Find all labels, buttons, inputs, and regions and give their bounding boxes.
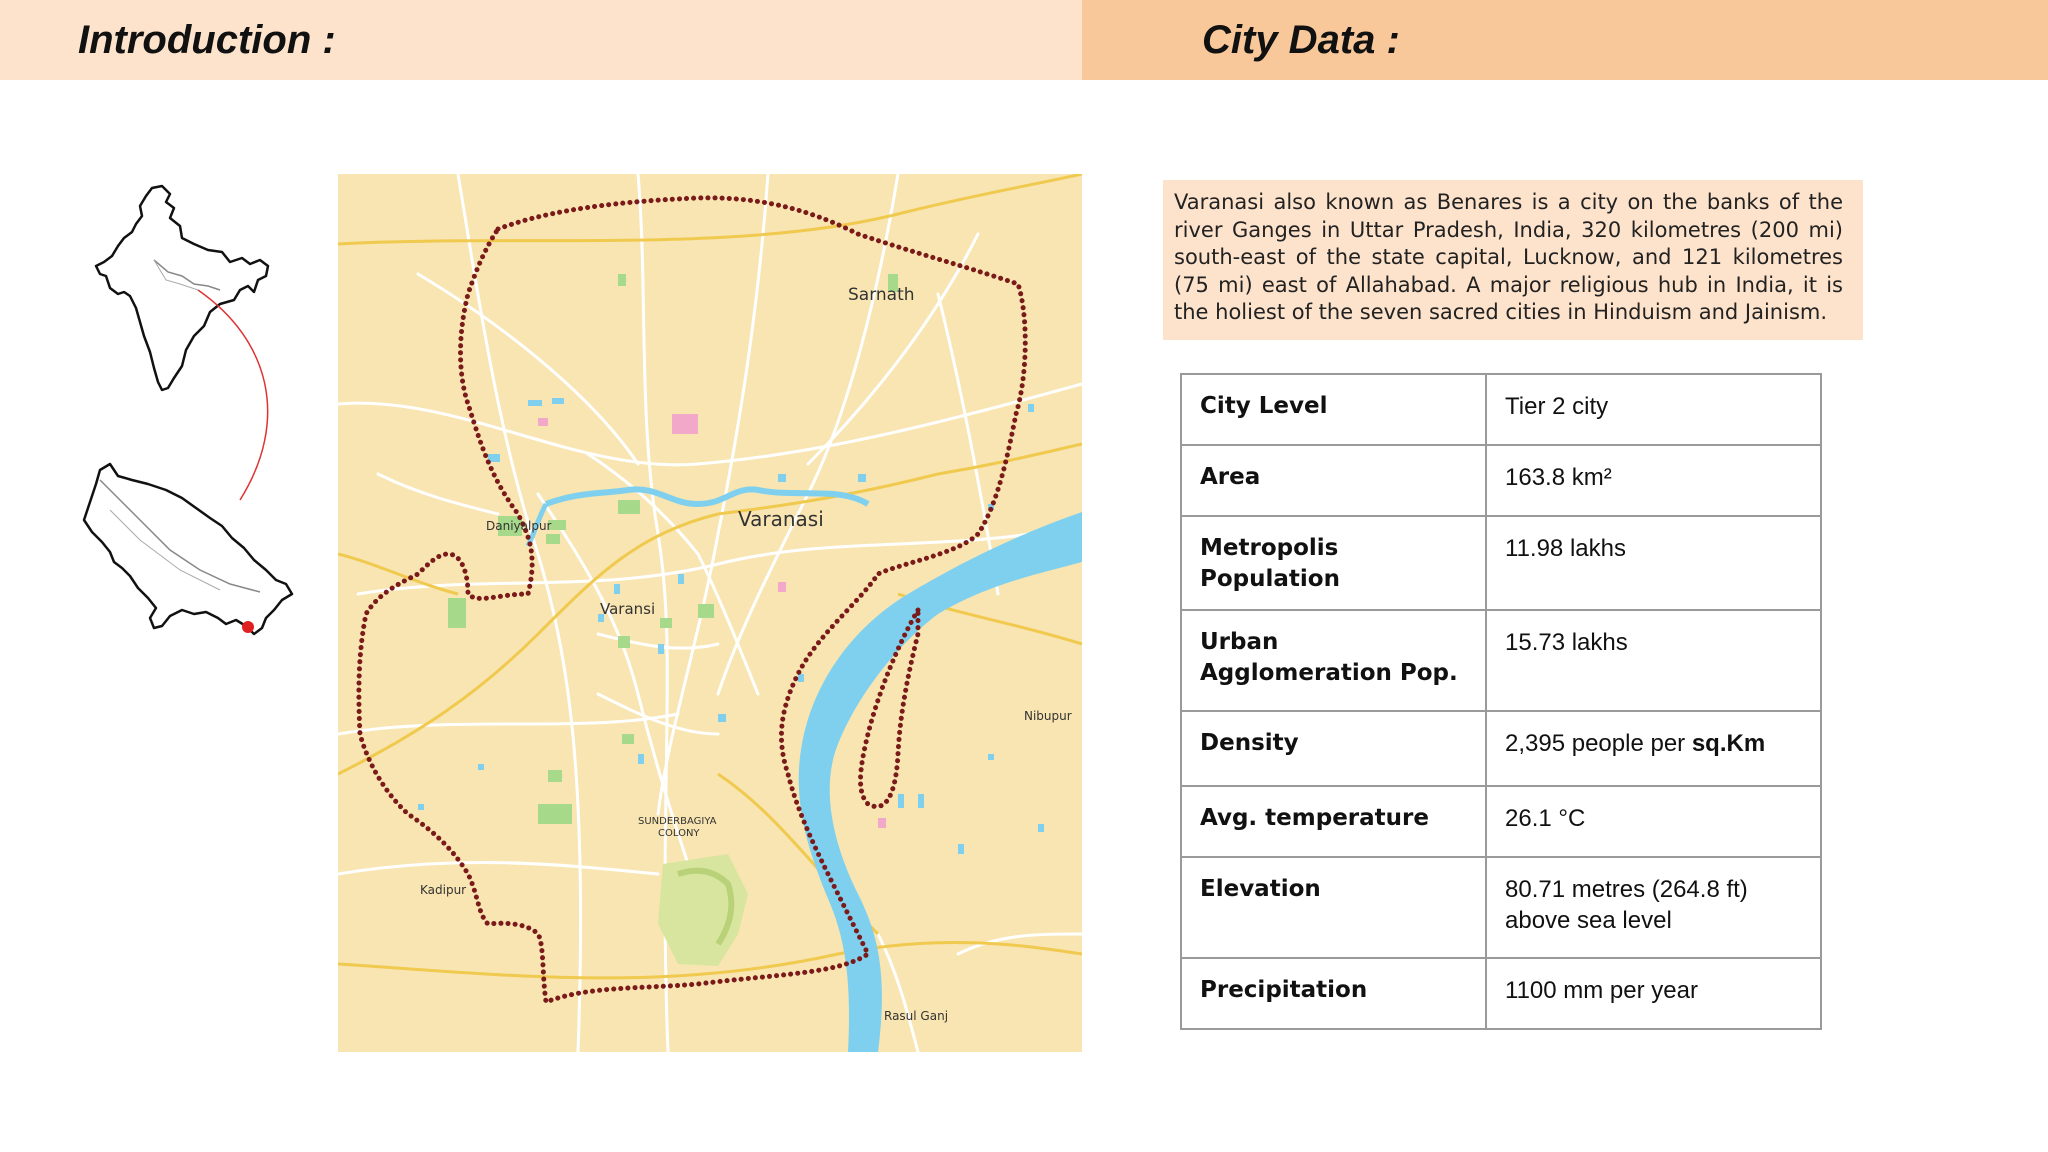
label-sarnath: Sarnath: [848, 285, 915, 305]
row-value: 1100 mm per year: [1485, 957, 1822, 1030]
intro-paragraph: Varanasi also known as Benares is a city…: [1163, 180, 1863, 340]
table-row: Urban Agglomeration Pop. 15.73 lakhs: [1180, 609, 1822, 712]
table-row: City Level Tier 2 city: [1180, 373, 1822, 446]
table-row: Avg. temperature 26.1 °C: [1180, 785, 1822, 858]
table-row: Precipitation 1100 mm per year: [1180, 957, 1822, 1030]
introduction-title: Introduction :: [78, 17, 336, 62]
table-row: Density 2,395 people per sq.Km: [1180, 710, 1822, 787]
label-colony: COLONY: [658, 828, 700, 839]
row-label: Precipitation: [1180, 957, 1487, 1030]
locator-maps: [82, 184, 294, 636]
row-label: Metropolis Population: [1180, 515, 1487, 611]
india-outline-icon: [94, 184, 270, 392]
row-value: 11.98 lakhs: [1485, 515, 1822, 611]
label-kadipur: Kadipur: [420, 883, 466, 897]
row-value: 15.73 lakhs: [1485, 609, 1822, 712]
label-sunderbagiya: SUNDERBAGIYA: [638, 816, 717, 827]
row-value: 2,395 people per sq.Km: [1485, 710, 1822, 787]
label-nibupur: Nibupur: [1024, 709, 1072, 723]
varanasi-location-marker: [242, 621, 254, 633]
label-varanasi-small: Varansi: [600, 600, 655, 618]
row-label: Urban Agglomeration Pop.: [1180, 609, 1487, 712]
row-value: 80.71 metres (264.8 ft) above sea level: [1485, 856, 1822, 959]
header-introduction: Introduction :: [0, 0, 1082, 80]
row-label: City Level: [1180, 373, 1487, 446]
label-varanasi-main: Varanasi: [738, 507, 824, 531]
row-value: 26.1 °C: [1485, 785, 1822, 858]
row-label: Avg. temperature: [1180, 785, 1487, 858]
row-label: Elevation: [1180, 856, 1487, 959]
row-label: Density: [1180, 710, 1487, 787]
connector-line: [197, 289, 269, 501]
header-city-data: City Data :: [1082, 0, 2048, 80]
density-unit: sq.Km: [1691, 730, 1766, 757]
elevation-line-1: 80.71 metres (264.8 ft): [1505, 876, 1748, 903]
table-row: Metropolis Population 11.98 lakhs: [1180, 515, 1822, 611]
row-value: 163.8 km²: [1485, 444, 1822, 517]
row-value: Tier 2 city: [1485, 373, 1822, 446]
row-label: Area: [1180, 444, 1487, 517]
density-value: 2,395 people per: [1505, 730, 1692, 757]
uttar-pradesh-outline-icon: [82, 462, 294, 636]
table-row: Elevation 80.71 metres (264.8 ft) above s…: [1180, 856, 1822, 959]
label-daniyalpur: Daniyalpur: [486, 519, 552, 533]
city-data-table: City Level Tier 2 city Area 163.8 km² Me…: [1180, 373, 1822, 1030]
elevation-line-2: above sea level: [1505, 907, 1672, 934]
table-row: Area 163.8 km²: [1180, 444, 1822, 517]
varanasi-map: Sarnath Varanasi Varansi Daniyalpur Nibu…: [338, 174, 1082, 1052]
city-data-title: City Data :: [1202, 17, 1400, 62]
label-rasul-ganj: Rasul Ganj: [884, 1009, 948, 1023]
